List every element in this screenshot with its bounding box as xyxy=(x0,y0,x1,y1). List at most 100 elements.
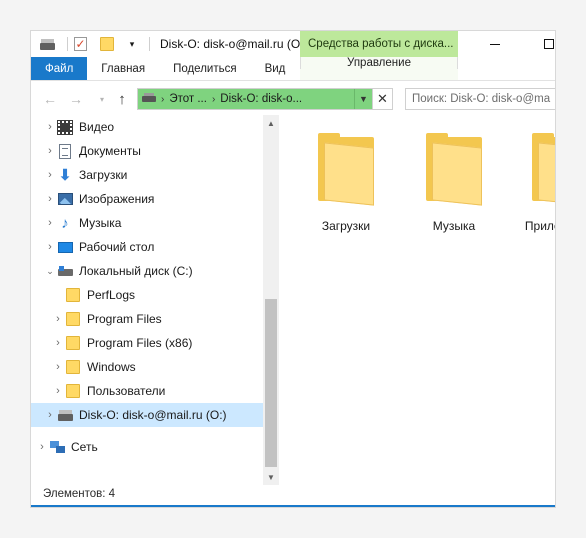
nav-item-label: Program Files (x86) xyxy=(87,336,193,350)
nav-item-perflogs[interactable]: PerfLogs xyxy=(31,283,263,307)
chevron-right-icon[interactable]: › xyxy=(43,169,57,181)
chevron-right-icon[interactable]: › xyxy=(161,94,164,105)
chevron-down-icon: ▼ xyxy=(359,94,368,104)
minimize-button[interactable] xyxy=(477,31,513,57)
nav-item-label: Сеть xyxy=(71,440,98,454)
nav-item-label: Документы xyxy=(79,144,141,158)
toolbar-divider xyxy=(149,37,150,51)
nav-item-label: Пользователи xyxy=(87,384,166,398)
chevron-right-icon[interactable]: › xyxy=(43,121,57,133)
title-bar: ✓ ▾ Disk-O: disk-o@mail.ru (O:) Средства… xyxy=(31,31,555,57)
maximize-button[interactable] xyxy=(531,31,555,57)
folder-icon xyxy=(426,133,482,206)
navigation-pane: › Видео › Документы › ⬇ Загрузки › Изобр… xyxy=(31,115,279,481)
folder-icon xyxy=(65,311,81,327)
search-input[interactable]: Поиск: Disk-O: disk-o@ma xyxy=(405,88,555,110)
folder-icon xyxy=(532,133,555,206)
scroll-down-button[interactable]: ▼ xyxy=(263,469,279,485)
properties-icon[interactable]: ✓ xyxy=(74,37,87,51)
folder-item[interactable]: Приложения xyxy=(515,131,555,241)
back-arrow-icon: ← xyxy=(43,91,57,107)
nav-item-downloads[interactable]: › ⬇ Загрузки xyxy=(31,163,263,187)
up-arrow-icon: ↑ xyxy=(118,90,126,108)
video-icon xyxy=(57,119,73,135)
folder-icon xyxy=(65,383,81,399)
downloads-icon: ⬇ xyxy=(58,167,72,184)
nav-item-windows[interactable]: › Windows xyxy=(31,355,263,379)
nav-item-label: Музыка xyxy=(79,216,122,230)
nav-item-label: Windows xyxy=(87,360,136,374)
back-button[interactable]: ← xyxy=(39,89,61,109)
chevron-down-icon: ▾ xyxy=(99,94,104,104)
folder-icon xyxy=(65,335,81,351)
nav-item-video[interactable]: › Видео xyxy=(31,115,263,139)
new-folder-icon[interactable] xyxy=(99,36,115,52)
chevron-down-icon[interactable]: ⌄ xyxy=(43,266,57,277)
nav-item-desktop[interactable]: › Рабочий стол xyxy=(31,235,263,259)
customize-toolbar-icon[interactable]: ▾ xyxy=(127,36,137,52)
chevron-right-icon[interactable]: › xyxy=(43,145,57,157)
minimize-icon xyxy=(490,43,500,45)
nav-scrollbar[interactable]: ▲ ▼ xyxy=(263,115,279,485)
quick-access-toolbar: ✓ ▾ xyxy=(31,31,150,57)
tab-view[interactable]: Вид xyxy=(251,57,300,80)
scroll-up-button[interactable]: ▲ xyxy=(263,115,279,131)
nav-item-label: Видео xyxy=(79,120,115,134)
chevron-right-icon[interactable]: › xyxy=(51,337,65,349)
nav-item-disk-o[interactable]: › Disk-O: disk-o@mail.ru (O:) xyxy=(31,403,263,427)
chevron-right-icon[interactable]: › xyxy=(35,441,49,453)
up-button[interactable]: ↑ xyxy=(111,89,133,109)
toolbar-divider xyxy=(67,37,68,51)
tab-file[interactable]: Файл xyxy=(31,57,88,80)
chevron-right-icon[interactable]: › xyxy=(212,94,215,105)
nav-item-network[interactable]: › Сеть xyxy=(31,435,263,459)
drive-icon xyxy=(57,407,73,423)
window-bottom-border xyxy=(31,505,555,507)
window-title: Disk-O: disk-o@mail.ru (O:) xyxy=(160,37,308,51)
address-path[interactable]: › Этот ... › Disk-O: disk-o... xyxy=(138,89,354,109)
tab-home[interactable]: Главная xyxy=(87,57,159,80)
chevron-right-icon[interactable]: › xyxy=(51,313,65,325)
nav-item-pictures[interactable]: › Изображения xyxy=(31,187,263,211)
desktop-icon xyxy=(57,239,73,255)
chevron-right-icon[interactable]: › xyxy=(43,241,57,253)
nav-item-label: Disk-O: disk-o@mail.ru (O:) xyxy=(79,408,227,422)
scroll-thumb[interactable] xyxy=(265,299,277,467)
forward-button[interactable]: → xyxy=(65,89,87,109)
explorer-window: ✓ ▾ Disk-O: disk-o@mail.ru (O:) Средства… xyxy=(30,30,556,508)
nav-item-documents[interactable]: › Документы xyxy=(31,139,263,163)
nav-item-program-files-x86[interactable]: › Program Files (x86) xyxy=(31,331,263,355)
documents-icon xyxy=(57,143,73,159)
address-history-button[interactable]: ▼ xyxy=(354,89,372,109)
chevron-right-icon[interactable]: › xyxy=(43,217,57,229)
file-list: Загрузки Музыка Приложения xyxy=(287,115,555,481)
nav-item-label: Загрузки xyxy=(79,168,128,182)
folder-item[interactable]: Загрузки xyxy=(301,131,391,241)
chevron-right-icon[interactable]: › xyxy=(43,409,57,421)
local-disk-icon xyxy=(57,263,73,279)
folder-item[interactable]: Музыка xyxy=(409,131,499,241)
folder-label: Приложения xyxy=(524,219,555,233)
nav-item-users[interactable]: › Пользователи xyxy=(31,379,263,403)
breadcrumb-disk-o[interactable]: Disk-O: disk-o... xyxy=(220,93,302,105)
nav-item-program-files[interactable]: › Program Files xyxy=(31,307,263,331)
breadcrumb-this-pc[interactable]: Этот ... xyxy=(169,93,207,105)
nav-item-music[interactable]: › ♪ Музыка xyxy=(31,211,263,235)
folder-icon xyxy=(318,133,374,206)
tab-manage[interactable]: Управление xyxy=(300,57,458,69)
address-bar[interactable]: › Этот ... › Disk-O: disk-o... ▼ ✕ xyxy=(137,88,393,110)
tab-share[interactable]: Поделиться xyxy=(159,57,251,80)
chevron-right-icon[interactable]: › xyxy=(43,193,57,205)
nav-item-local-disk-c[interactable]: ⌄ Локальный диск (C:) xyxy=(31,259,263,283)
chevron-right-icon[interactable]: › xyxy=(51,361,65,373)
address-close-button[interactable]: ✕ xyxy=(372,89,392,109)
nav-item-label: Рабочий стол xyxy=(79,240,155,254)
chevron-right-icon[interactable]: › xyxy=(51,385,65,397)
folder-icon xyxy=(65,359,81,375)
recent-locations-button[interactable]: ▾ xyxy=(91,89,113,109)
status-item-count: Элементов: 4 xyxy=(43,488,116,500)
nav-item-label: PerfLogs xyxy=(87,288,136,302)
drive-icon xyxy=(142,93,156,102)
nav-item-label: Program Files xyxy=(87,312,162,326)
drive-tools-tab[interactable]: Средства работы с диска... xyxy=(300,31,458,57)
